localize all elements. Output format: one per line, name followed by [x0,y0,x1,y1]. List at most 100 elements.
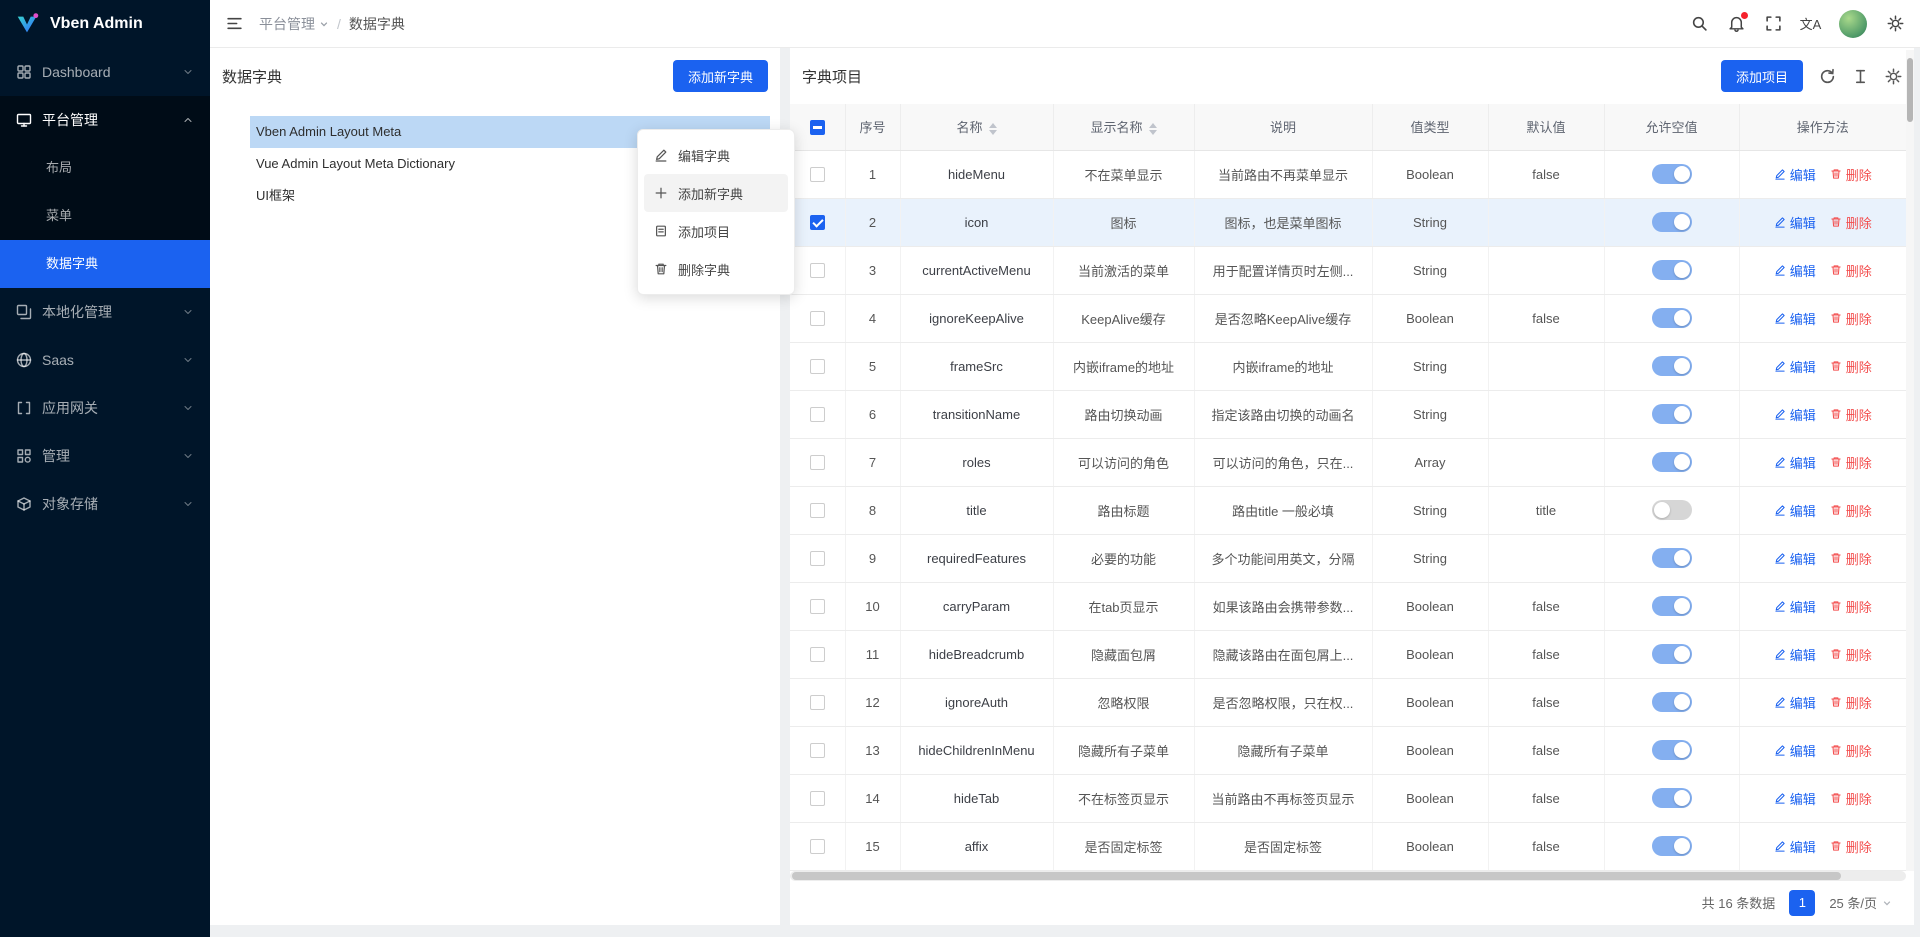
nullable-toggle[interactable] [1652,452,1692,472]
nullable-toggle[interactable] [1652,596,1692,616]
nullable-toggle[interactable] [1652,644,1692,664]
translate-icon[interactable]: 文A [1802,15,1819,32]
row-checkbox[interactable] [810,503,825,518]
edit-button[interactable]: 编辑 [1774,693,1816,712]
sidebar-item-gateway[interactable]: 应用网关 [0,384,210,432]
nullable-toggle[interactable] [1652,500,1692,520]
menu-fold-icon[interactable] [226,15,243,32]
delete-button[interactable]: 删除 [1830,213,1872,232]
logo[interactable]: Vben Admin [0,0,210,48]
delete-button[interactable]: 删除 [1830,837,1872,856]
search-icon[interactable] [1691,15,1708,32]
edit-button[interactable]: 编辑 [1774,213,1816,232]
row-checkbox[interactable] [810,359,825,374]
row-checkbox[interactable] [810,839,825,854]
edit-button[interactable]: 编辑 [1774,261,1816,280]
sidebar-item-locale[interactable]: 本地化管理 [0,288,210,336]
edit-button[interactable]: 编辑 [1774,405,1816,424]
delete-button[interactable]: 删除 [1830,549,1872,568]
nullable-toggle[interactable] [1652,308,1692,328]
nullable-toggle[interactable] [1652,548,1692,568]
context-menu-item[interactable]: 删除字典 [644,250,788,288]
vertical-scrollbar-thumb[interactable] [1907,58,1913,122]
gear-icon[interactable] [1887,15,1904,32]
delete-button[interactable]: 删除 [1830,741,1872,760]
nullable-toggle[interactable] [1652,212,1692,232]
edit-button[interactable]: 编辑 [1774,837,1816,856]
delete-button[interactable]: 删除 [1830,501,1872,520]
nullable-toggle[interactable] [1652,692,1692,712]
edit-button[interactable]: 编辑 [1774,165,1816,184]
table-settings-gear-icon[interactable] [1885,68,1902,85]
sidebar-item-storage[interactable]: 对象存储 [0,480,210,528]
row-checkbox[interactable] [810,599,825,614]
nullable-toggle[interactable] [1652,836,1692,856]
nullable-toggle[interactable] [1652,260,1692,280]
row-checkbox[interactable] [810,551,825,566]
delete-button[interactable]: 删除 [1830,261,1872,280]
edit-button[interactable]: 编辑 [1774,309,1816,328]
row-checkbox[interactable] [810,455,825,470]
sidebar-subitem-menu[interactable]: 菜单 [0,192,210,240]
fullscreen-icon[interactable] [1765,15,1782,32]
sidebar-item-saas[interactable]: Saas [0,336,210,384]
row-checkbox[interactable] [810,167,825,182]
select-all-checkbox[interactable] [810,120,825,135]
edit-button[interactable]: 编辑 [1774,741,1816,760]
nullable-toggle[interactable] [1652,740,1692,760]
add-item-button[interactable]: 添加项目 [1721,60,1803,92]
delete-button[interactable]: 删除 [1830,165,1872,184]
delete-button[interactable]: 删除 [1830,645,1872,664]
context-menu-item[interactable]: 添加项目 [644,212,788,250]
nullable-toggle[interactable] [1652,404,1692,424]
row-checkbox[interactable] [810,695,825,710]
page-number-button[interactable]: 1 [1789,890,1815,916]
column-header-name[interactable]: 名称 [900,104,1053,150]
sidebar-subitem-dictionary[interactable]: 数据字典 [0,240,210,288]
edit-button[interactable]: 编辑 [1774,789,1816,808]
nullable-toggle[interactable] [1652,356,1692,376]
sidebar-subitem-layout[interactable]: 布局 [0,144,210,192]
breadcrumb-item-platform[interactable]: 平台管理 [259,14,329,34]
edit-button[interactable]: 编辑 [1774,453,1816,472]
edit-button[interactable]: 编辑 [1774,597,1816,616]
page-size-select[interactable]: 25 条/页 [1829,893,1892,912]
delete-button[interactable]: 删除 [1830,453,1872,472]
delete-button[interactable]: 删除 [1830,789,1872,808]
delete-button[interactable]: 删除 [1830,309,1872,328]
edit-button[interactable]: 编辑 [1774,549,1816,568]
row-checkbox[interactable] [810,791,825,806]
avatar[interactable] [1839,10,1867,38]
context-menu-item[interactable]: 编辑字典 [644,136,788,174]
delete-button[interactable]: 删除 [1830,693,1872,712]
row-checkbox[interactable] [810,647,825,662]
breadcrumb-item-dictionary[interactable]: 数据字典 [349,14,405,34]
row-checkbox[interactable] [810,311,825,326]
nullable-toggle[interactable] [1652,164,1692,184]
context-menu-item[interactable]: 添加新字典 [644,174,788,212]
sort-icon[interactable] [989,123,997,135]
column-header-type: 值类型 [1372,104,1488,150]
refresh-icon[interactable] [1819,68,1836,85]
row-height-icon[interactable] [1852,68,1869,85]
sidebar-item-platform[interactable]: 平台管理 [0,96,210,144]
description-cell: 指定该路由切换的动画名 [1194,390,1372,438]
sort-icon[interactable] [1149,123,1157,135]
column-header-display[interactable]: 显示名称 [1053,104,1194,150]
sidebar-item-dashboard[interactable]: Dashboard [0,48,210,96]
delete-button[interactable]: 删除 [1830,405,1872,424]
row-checkbox[interactable] [810,743,825,758]
row-checkbox[interactable] [810,407,825,422]
row-checkbox[interactable] [810,263,825,278]
edit-button[interactable]: 编辑 [1774,645,1816,664]
delete-button[interactable]: 删除 [1830,597,1872,616]
edit-button[interactable]: 编辑 [1774,501,1816,520]
nullable-toggle[interactable] [1652,788,1692,808]
notifications-button[interactable] [1728,15,1745,32]
horizontal-scrollbar-thumb[interactable] [792,872,1841,880]
delete-button[interactable]: 删除 [1830,357,1872,376]
add-dictionary-button[interactable]: 添加新字典 [673,60,768,92]
row-checkbox[interactable] [810,215,825,230]
edit-button[interactable]: 编辑 [1774,357,1816,376]
sidebar-item-admin[interactable]: 管理 [0,432,210,480]
